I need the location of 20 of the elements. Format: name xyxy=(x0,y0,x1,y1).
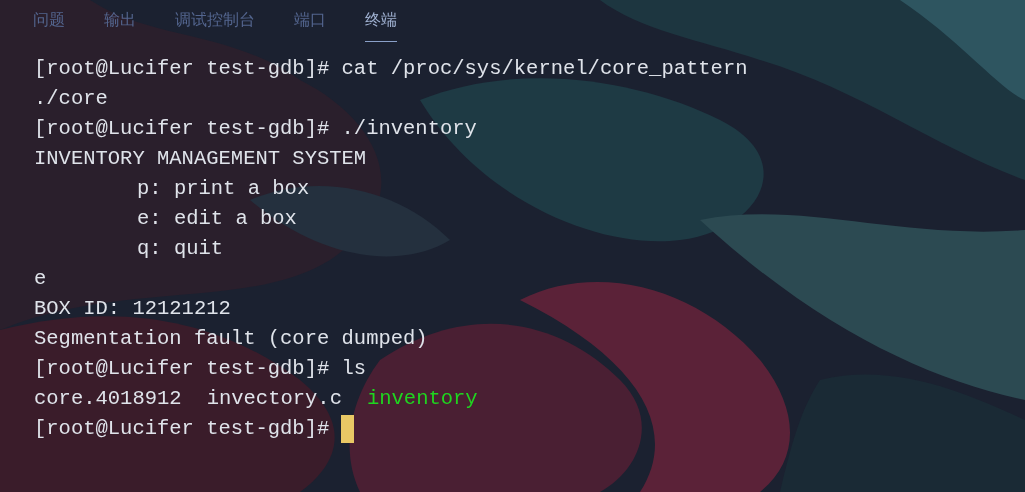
terminal-line: ./core xyxy=(34,86,108,112)
file-name: inventory xyxy=(366,386,478,412)
panel-tab[interactable]: 调试控制台 xyxy=(175,8,255,42)
panel-tab[interactable]: 终端 xyxy=(365,8,397,42)
terminal-line: Segmentation fault (core dumped) xyxy=(34,326,428,352)
file-name: core.4018912 xyxy=(34,386,182,412)
terminal-line: BOX ID: 12121212 xyxy=(34,296,231,322)
panel-tab[interactable]: 端口 xyxy=(294,8,326,42)
panel-tab[interactable]: 输出 xyxy=(104,8,136,42)
terminal-line: q: quit xyxy=(137,236,224,262)
file-name: invectory.c xyxy=(206,386,342,412)
terminal-line: [root@Lucifer test-gdb]# ./inventory xyxy=(34,116,477,142)
panel-tab[interactable]: 问题 xyxy=(33,8,65,42)
terminal-line: [root@Lucifer test-gdb]# ls xyxy=(34,356,367,382)
terminal-line: p: print a box xyxy=(137,176,310,202)
terminal-line: e: edit a box xyxy=(137,206,297,232)
terminal-line: [root@Lucifer test-gdb]# xyxy=(34,416,330,442)
terminal-line: e xyxy=(34,266,47,292)
terminal-line: INVENTORY MANAGEMENT SYSTEM xyxy=(34,146,367,172)
terminal-line: [root@Lucifer test-gdb]# cat /proc/sys/kernel/core_pattern xyxy=(34,56,748,82)
